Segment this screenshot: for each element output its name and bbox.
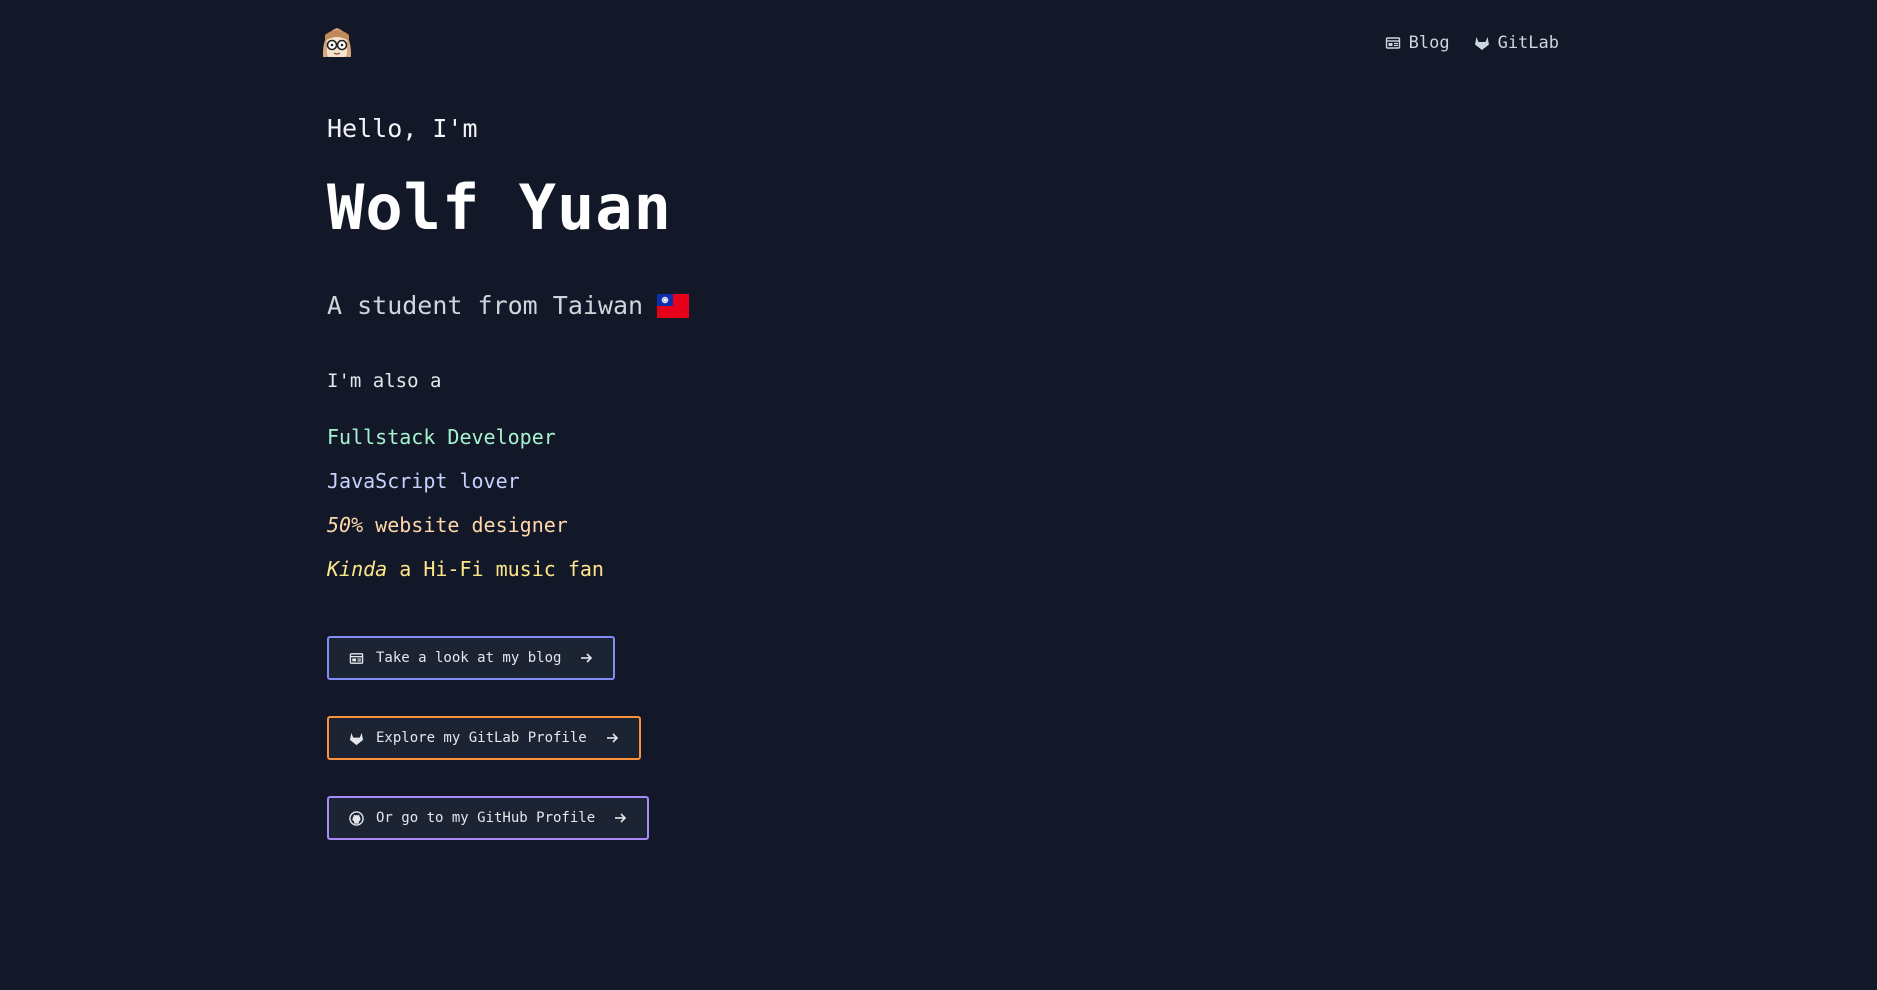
arrow-right-icon <box>606 733 618 743</box>
role-item: Fullstack Developer <box>327 424 1227 450</box>
role-text: website designer <box>363 513 568 537</box>
github-button[interactable]: Or go to my GitHub Profile <box>327 796 650 840</box>
arrow-right-icon <box>615 813 627 823</box>
role-text: a Hi-Fi music fan <box>387 557 604 581</box>
role-item: Kinda a Hi-Fi music fan <box>327 556 1227 582</box>
gitlab-button[interactable]: Explore my GitLab Profile <box>327 716 641 760</box>
gitlab-icon <box>349 732 364 745</box>
tagline-text: A student from Taiwan <box>327 291 644 320</box>
role-item: 50% website designer <box>327 512 1227 538</box>
role-prefix: Kinda <box>327 557 388 581</box>
github-button-label: Or go to my GitHub Profile <box>376 810 596 826</box>
greeting: Hello, I'm <box>327 114 478 143</box>
roles-list: Fullstack Developer JavaScript lover 50%… <box>327 424 1227 582</box>
gitlab-icon <box>1474 37 1489 50</box>
nav-blog-link[interactable]: Blog <box>1385 33 1450 53</box>
blog-button-label: Take a look at my blog <box>376 650 562 666</box>
site-header: Blog GitLab <box>318 0 1559 88</box>
also-intro: I'm also a <box>327 370 442 392</box>
role-prefix: 50% <box>327 513 364 537</box>
blog-button[interactable]: Take a look at my blog <box>327 636 616 680</box>
role-item: JavaScript lover <box>327 468 1227 494</box>
nav-gitlab-label: GitLab <box>1497 33 1559 53</box>
arrow-right-icon <box>581 653 593 663</box>
role-text: Fullstack Developer <box>327 425 556 449</box>
tagline: A student from Taiwan <box>327 288 1227 324</box>
page: Blog GitLab Hello, I'm Wolf Yuan A stude… <box>0 0 1877 990</box>
newspaper-icon <box>1385 37 1400 49</box>
top-nav: Blog GitLab <box>1385 33 1559 53</box>
cta-buttons: Take a look at my blog Explore my GitLab… <box>327 636 650 876</box>
avatar[interactable] <box>318 23 356 61</box>
name-heading: Wolf Yuan <box>327 171 672 244</box>
newspaper-icon <box>349 652 364 664</box>
hero: Hello, I'm Wolf Yuan A student from Taiw… <box>327 110 1227 600</box>
role-text: JavaScript lover <box>327 469 520 493</box>
nav-gitlab-link[interactable]: GitLab <box>1474 33 1559 53</box>
taiwan-flag-icon <box>657 294 690 318</box>
nav-blog-label: Blog <box>1408 33 1450 53</box>
github-icon <box>349 810 364 826</box>
gitlab-button-label: Explore my GitLab Profile <box>376 730 587 746</box>
